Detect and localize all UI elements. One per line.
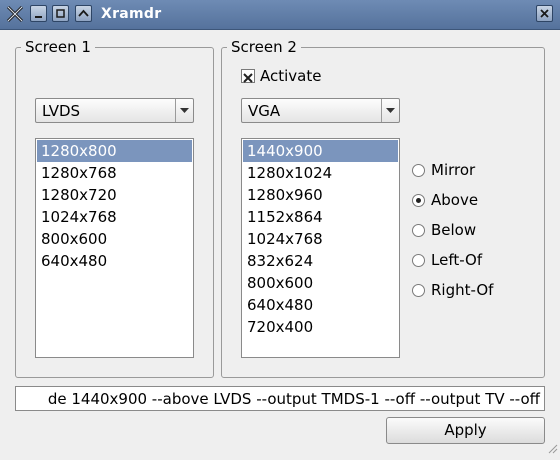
screen2-mode-item[interactable]: 640x480	[243, 294, 398, 316]
command-field[interactable]: de 1440x900 --above LVDS --output TMDS-1…	[15, 386, 545, 411]
radio-circle-icon	[412, 194, 425, 207]
screen2-output-select[interactable]: VGA	[241, 98, 400, 123]
shade-icon	[78, 9, 89, 17]
command-text: de 1440x900 --above LVDS --output TMDS-1…	[47, 390, 540, 408]
resize-grip-icon[interactable]	[546, 440, 558, 458]
screen2-output-value: VGA	[248, 102, 281, 120]
radio-circle-icon	[412, 254, 425, 267]
screen1-mode-item[interactable]: 800x600	[37, 228, 192, 250]
screen2-mode-item[interactable]: 1152x864	[243, 206, 398, 228]
position-radio-label: Below	[431, 221, 477, 239]
screen2-mode-item[interactable]: 832x624	[243, 250, 398, 272]
screen1-dropdown-arrow[interactable]	[175, 99, 193, 122]
screen1-mode-item[interactable]: 1024x768	[37, 206, 192, 228]
screen1-mode-item[interactable]: 1280x768	[37, 162, 192, 184]
title-bar[interactable]: Xramdr	[0, 0, 560, 30]
radio-circle-icon	[412, 224, 425, 237]
position-radio-label: Mirror	[431, 161, 476, 179]
screen1-output-select[interactable]: LVDS	[35, 98, 194, 123]
screen2-mode-list[interactable]: 1440x900 1280x1024 1280x960 1152x864 1024x76…	[241, 138, 400, 358]
screen2-mode-item[interactable]: 720x400	[243, 316, 398, 338]
maximize-button[interactable]	[52, 5, 69, 22]
screen2-dropdown-arrow[interactable]	[381, 99, 399, 122]
minimize-button[interactable]	[30, 5, 47, 22]
radio-circle-icon	[412, 164, 425, 177]
screen2-mode-item[interactable]: 1024x768	[243, 228, 398, 250]
position-radio-label: Left-Of	[431, 251, 483, 269]
screen1-mode-item[interactable]: 640x480	[37, 250, 192, 272]
activate-checkbox[interactable]	[241, 69, 255, 83]
chevron-down-icon	[180, 108, 189, 113]
minimize-icon	[35, 16, 42, 18]
screen1-mode-item[interactable]: 1280x720	[37, 184, 192, 206]
close-icon	[540, 9, 549, 18]
screen2-mode-item[interactable]: 1280x1024	[243, 162, 398, 184]
screen1-mode-list[interactable]: 1280x800 1280x768 1280x720 1024x768 800x600 6…	[35, 138, 194, 358]
chevron-down-icon	[386, 108, 395, 113]
close-button[interactable]	[536, 5, 553, 22]
radio-circle-icon	[412, 284, 425, 297]
screen2-mode-item[interactable]: 1280x960	[243, 184, 398, 206]
app-icon[interactable]	[6, 5, 24, 27]
screen2-mode-item[interactable]: 800x600	[243, 272, 398, 294]
screen1-mode-item[interactable]: 1280x800	[37, 140, 192, 162]
screen1-title: Screen 1	[21, 38, 95, 56]
screen2-mode-item[interactable]: 1440x900	[243, 140, 398, 162]
screen2-title: Screen 2	[227, 38, 301, 56]
shade-button[interactable]	[75, 5, 92, 22]
maximize-icon	[56, 9, 65, 18]
window-title: Xramdr	[101, 6, 162, 22]
check-mark-icon	[243, 73, 253, 83]
position-radio-label: Above	[431, 191, 479, 209]
radio-dot-icon	[416, 198, 421, 203]
activate-label[interactable]: Activate	[260, 67, 321, 85]
apply-button[interactable]: Apply	[386, 417, 545, 444]
screen1-output-value: LVDS	[42, 102, 81, 120]
position-radio-label: Right-Of	[431, 281, 494, 299]
